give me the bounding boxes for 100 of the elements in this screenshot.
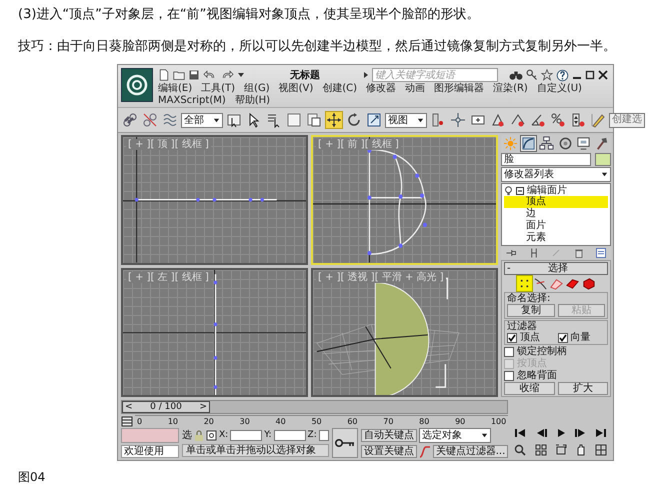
frame-counter: 0 / 100 bbox=[150, 402, 182, 412]
tick-label: 20 bbox=[204, 416, 214, 427]
set-key-button[interactable] bbox=[332, 428, 358, 458]
modifier-list-dropdown[interactable]: 修改器列表 bbox=[501, 167, 611, 182]
time-slider-thumb[interactable]: < 0 / 100 > bbox=[122, 401, 210, 413]
binoculars-icon[interactable] bbox=[509, 69, 523, 81]
lock-icon[interactable] bbox=[194, 430, 204, 440]
caret-icon[interactable] bbox=[237, 71, 245, 79]
selection-filter-dropdown[interactable]: 全部 bbox=[181, 112, 223, 128]
zoom-extents-icon[interactable] bbox=[554, 444, 567, 456]
menu-item[interactable]: 视图(V) bbox=[278, 83, 314, 94]
menu-item[interactable]: 动画 bbox=[405, 83, 426, 94]
zoom-icon[interactable] bbox=[514, 444, 526, 456]
new-file-icon[interactable] bbox=[158, 69, 170, 81]
save-icon[interactable] bbox=[188, 69, 200, 81]
trash-icon[interactable] bbox=[572, 247, 584, 259]
collapse-icon[interactable] bbox=[516, 186, 524, 194]
stack-subitem[interactable]: 元素 bbox=[504, 232, 608, 244]
stack-subitem[interactable]: 面片 bbox=[504, 220, 608, 232]
stack-item[interactable]: 编辑面片 bbox=[527, 185, 567, 196]
y-label: Y: bbox=[264, 430, 272, 440]
checkbox[interactable] bbox=[504, 370, 514, 380]
scale-tool-button[interactable] bbox=[365, 111, 383, 129]
hierarchy-tab-icon[interactable] bbox=[538, 135, 556, 152]
checkbox[interactable] bbox=[507, 332, 517, 342]
panel-button[interactable]: 复制 bbox=[507, 304, 554, 317]
redo-icon[interactable] bbox=[220, 69, 234, 81]
key-filters-button[interactable]: 关键点过滤器... bbox=[432, 445, 508, 458]
star-icon[interactable] bbox=[541, 69, 553, 81]
handle-level-icon[interactable] bbox=[532, 276, 548, 291]
modify-tab-icon[interactable] bbox=[520, 135, 538, 152]
go-to-start-icon[interactable] bbox=[514, 428, 526, 438]
display-tab-icon[interactable] bbox=[574, 135, 592, 152]
rollout-header[interactable]: - 选择 bbox=[504, 262, 608, 275]
key-mode-dropdown[interactable]: 选定对象 bbox=[418, 428, 491, 443]
checkbox[interactable] bbox=[504, 346, 514, 356]
object-name-field[interactable]: 脸 bbox=[501, 153, 591, 166]
pivot-tool-button[interactable] bbox=[449, 111, 467, 129]
menu-item[interactable]: MAXScript(M) bbox=[158, 95, 226, 106]
tick-label: 50 bbox=[311, 416, 322, 427]
next-frame-icon[interactable] bbox=[574, 428, 587, 438]
close-icon[interactable] bbox=[598, 70, 608, 80]
x-field[interactable] bbox=[230, 430, 262, 440]
auto-key-button[interactable]: 自动关键点 bbox=[360, 429, 417, 442]
region-tool-button[interactable] bbox=[285, 111, 303, 129]
maximize-viewport-icon[interactable] bbox=[594, 444, 607, 456]
search-field[interactable]: 键入关键字或短语 bbox=[372, 68, 498, 82]
percent-tool-button[interactable] bbox=[549, 111, 567, 129]
folder-icon[interactable] bbox=[173, 69, 185, 81]
stack-subitem[interactable]: 顶点 bbox=[504, 196, 608, 208]
transform-mode-icon[interactable] bbox=[206, 430, 217, 440]
tick-label: 40 bbox=[276, 416, 286, 427]
tick-label: 0 bbox=[137, 416, 142, 427]
set-key-mode-button[interactable]: 设置关键点 bbox=[360, 445, 417, 458]
key-icon[interactable] bbox=[526, 69, 538, 81]
link-tool-button[interactable] bbox=[121, 111, 139, 129]
pan-icon[interactable] bbox=[574, 444, 587, 456]
window-tool-button[interactable] bbox=[305, 111, 323, 129]
menu-item[interactable]: 工具(T) bbox=[201, 83, 236, 94]
z-label: Z: bbox=[308, 430, 317, 440]
script-listener-field[interactable] bbox=[121, 428, 179, 443]
zoom-all-icon[interactable] bbox=[534, 444, 546, 456]
track-bar-icon[interactable] bbox=[121, 416, 133, 426]
stack-subitem[interactable]: 边 bbox=[504, 208, 608, 220]
checkbox-label: 忽略背面 bbox=[517, 370, 557, 381]
welcome-field[interactable]: 欢迎使用 bbox=[121, 445, 179, 458]
y-field[interactable] bbox=[274, 430, 306, 440]
previous-frame-icon[interactable] bbox=[534, 428, 546, 438]
menu-item[interactable]: 帮助(H) bbox=[234, 95, 270, 106]
pin-icon[interactable] bbox=[505, 247, 517, 259]
menu-item[interactable]: 组(G) bbox=[244, 83, 270, 94]
edit-tool-button[interactable] bbox=[589, 111, 607, 129]
panel-button[interactable]: 扩大 bbox=[558, 382, 608, 395]
menu-item[interactable]: 渲染(R) bbox=[493, 83, 528, 94]
named-selection-field[interactable]: 创建选 bbox=[609, 112, 645, 128]
menu-item[interactable]: 创建(C) bbox=[322, 83, 358, 94]
reference-coordinate-dropdown[interactable]: 视图 bbox=[385, 112, 427, 128]
configure-icon[interactable] bbox=[595, 247, 607, 259]
undo-icon[interactable] bbox=[203, 69, 217, 81]
motion-tab-icon[interactable] bbox=[556, 135, 574, 152]
move-tool-button[interactable] bbox=[325, 111, 343, 129]
unlink-tool-button[interactable] bbox=[141, 111, 159, 129]
z-field[interactable] bbox=[318, 430, 329, 440]
menu-item[interactable]: 编辑(E) bbox=[158, 83, 192, 94]
maximize-icon[interactable] bbox=[585, 70, 595, 80]
next-frame-button[interactable]: > bbox=[199, 402, 207, 412]
bind-tool-button[interactable] bbox=[161, 111, 179, 129]
menu-item[interactable]: 图形编辑器 bbox=[434, 83, 484, 94]
color-swatch[interactable] bbox=[595, 153, 611, 166]
help-icon[interactable] bbox=[556, 68, 569, 82]
menu-item[interactable]: 自定义(U) bbox=[536, 83, 582, 94]
go-to-end-icon[interactable] bbox=[594, 428, 607, 438]
vertex-level-icon[interactable] bbox=[516, 276, 532, 291]
app-menu-button[interactable] bbox=[121, 68, 153, 102]
menu-item[interactable]: 修改器 bbox=[366, 83, 396, 94]
previous-frame-button[interactable]: < bbox=[125, 402, 133, 412]
light-bulb-icon[interactable] bbox=[504, 186, 513, 196]
panel-button[interactable]: 收缩 bbox=[504, 382, 554, 395]
key-tangent-icon[interactable] bbox=[418, 446, 431, 458]
checkbox[interactable] bbox=[558, 332, 568, 342]
